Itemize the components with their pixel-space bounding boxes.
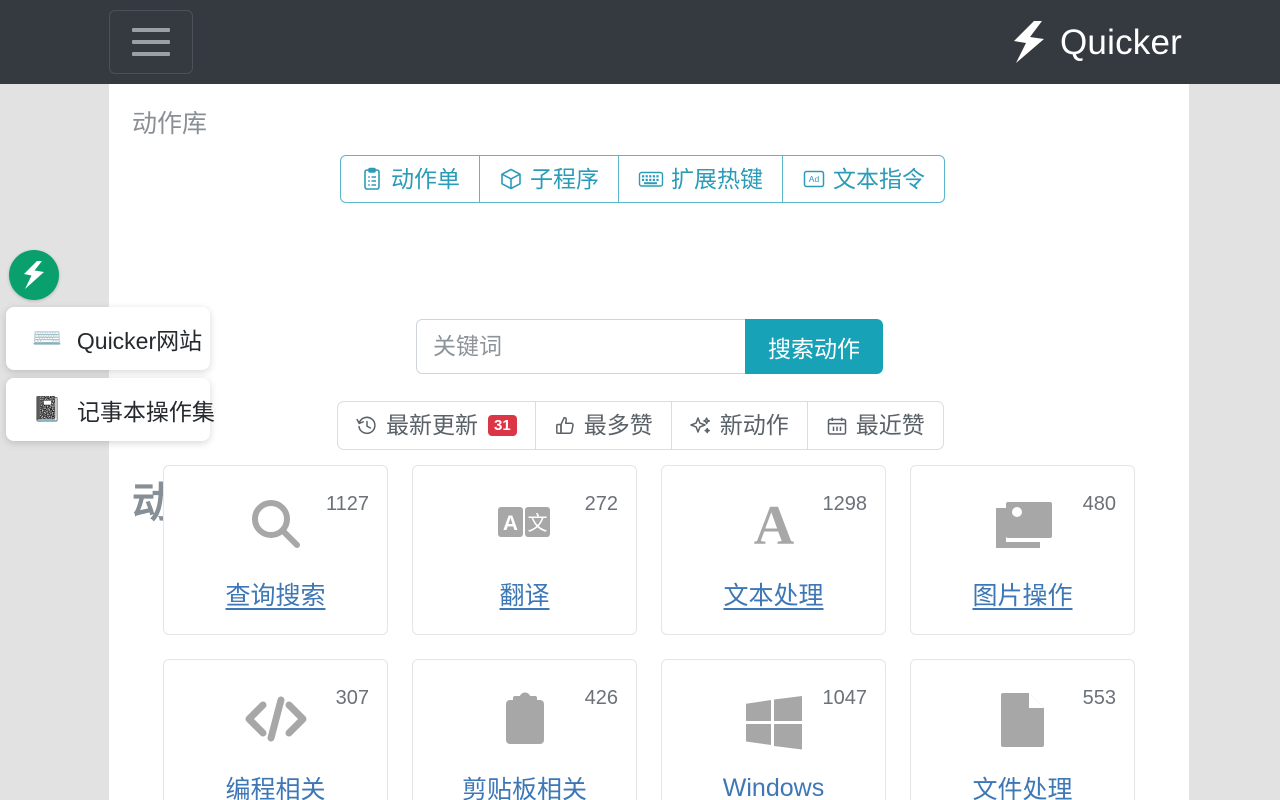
sort-tab-label: 最多赞 [584,414,653,437]
category-label: 查询搜索 [225,576,325,612]
ad-text-icon: Ad [802,168,826,190]
sort-tab-most-liked[interactable]: 最多赞 [536,402,672,449]
category-card-text-processing[interactable]: 1298 A 文本处理 [661,465,886,635]
category-grid: 1127 查询搜索 272 A 文 翻译 1298 [163,465,1153,800]
category-count: 1298 [823,493,868,516]
tab-action-list[interactable]: 动作单 [341,156,480,202]
clipboard-icon [501,684,549,754]
category-count: 272 [585,493,618,516]
sort-tabs: 最新更新 31 最多赞 新动作 [337,401,944,450]
menu-icon-bar [132,52,170,56]
translate-icon: A 文 [496,490,554,560]
tab-extension-hotkey[interactable]: 扩展热键 [619,156,783,202]
tab-text-command[interactable]: Ad 文本指令 [783,156,944,202]
sort-tab-recently-liked[interactable]: 最近赞 [808,402,943,449]
calendar-icon [826,415,848,437]
update-count-badge: 31 [488,415,517,436]
page-title: 动作库 [132,104,207,140]
magnifier-icon [247,490,305,560]
notebook-icon: 📓 [32,398,62,422]
category-count: 1127 [326,493,369,516]
content-panel: 动作库 动作单 [109,84,1189,800]
search-input[interactable] [416,319,745,374]
quicker-launcher-button[interactable] [9,250,59,300]
category-card-file-processing[interactable]: 553 文件处理 [910,659,1135,800]
category-label: 编程相关 [225,770,325,800]
tab-subprogram[interactable]: 子程序 [480,156,619,202]
top-bar: Quicker [0,0,1280,84]
search-bar: 搜索动作 [416,319,883,374]
category-count: 426 [585,687,618,710]
category-card-clipboard[interactable]: 426 剪贴板相关 [412,659,637,800]
category-count: 307 [336,687,369,710]
tab-label: 扩展热键 [671,168,763,191]
menu-icon-bar [132,40,170,44]
float-menu-item-label: Quicker网站 [77,322,202,356]
float-menu-item-quicker-site[interactable]: ⌨️ Quicker网站 [6,307,210,370]
category-card-translate[interactable]: 272 A 文 翻译 [412,465,637,635]
search-button[interactable]: 搜索动作 [745,319,883,374]
windows-logo-icon [746,688,802,758]
float-menu-item-notepad-set[interactable]: 📓 记事本操作集 [6,378,210,441]
brand-logo[interactable]: Quicker [1012,21,1182,63]
quicker-float-menu: ⌨️ Quicker网站 📓 记事本操作集 [6,307,210,449]
float-menu-item-label: 记事本操作集 [77,393,215,427]
keyboard-icon: ⌨️ [32,327,62,351]
category-card-programming[interactable]: 307 编程相关 [163,659,388,800]
tab-label: 文本指令 [833,168,925,191]
svg-text:文: 文 [527,511,547,535]
sparkle-icon [690,415,712,437]
sort-tab-label: 最新更新 [386,414,478,437]
category-card-image-ops[interactable]: 480 图片操作 [910,465,1135,635]
images-icon [994,490,1052,560]
brand-name: Quicker [1060,25,1182,60]
sort-tab-label: 新动作 [720,414,789,437]
category-count: 480 [1083,493,1116,516]
svg-text:A: A [753,496,794,554]
category-label: 文件处理 [972,770,1072,800]
clipboard-list-icon [360,167,384,191]
tab-label: 子程序 [530,168,599,191]
category-count: 553 [1083,687,1116,710]
lightning-bolt-icon [1012,21,1046,63]
sort-tab-new-actions[interactable]: 新动作 [672,402,808,449]
letter-a-icon: A [745,490,803,560]
sort-tab-label: 最近赞 [856,414,925,437]
svg-text:A: A [502,512,517,535]
tab-label: 动作单 [391,168,460,191]
action-type-tabs: 动作单 子程序 [340,155,945,203]
menu-icon-bar [132,28,170,32]
category-label: 文本处理 [723,576,823,612]
category-label: 剪贴板相关 [462,770,587,800]
thumbs-up-icon [554,415,576,437]
category-label: Windows [723,774,824,800]
category-label: 翻译 [499,576,549,612]
file-document-icon [1000,684,1046,754]
category-card-search[interactable]: 1127 查询搜索 [163,465,388,635]
code-brackets-icon [245,684,307,754]
history-clock-icon [356,415,378,437]
cube-icon [499,167,523,191]
svg-text:Ad: Ad [809,174,820,184]
sort-tab-latest-update[interactable]: 最新更新 31 [338,402,536,449]
menu-toggle-button[interactable] [109,10,193,74]
category-count: 1047 [823,687,868,710]
quicker-bolt-icon [23,261,45,289]
category-card-windows[interactable]: 1047 Windows [661,659,886,800]
category-label: 图片操作 [972,576,1072,612]
keyboard-icon [638,168,664,190]
